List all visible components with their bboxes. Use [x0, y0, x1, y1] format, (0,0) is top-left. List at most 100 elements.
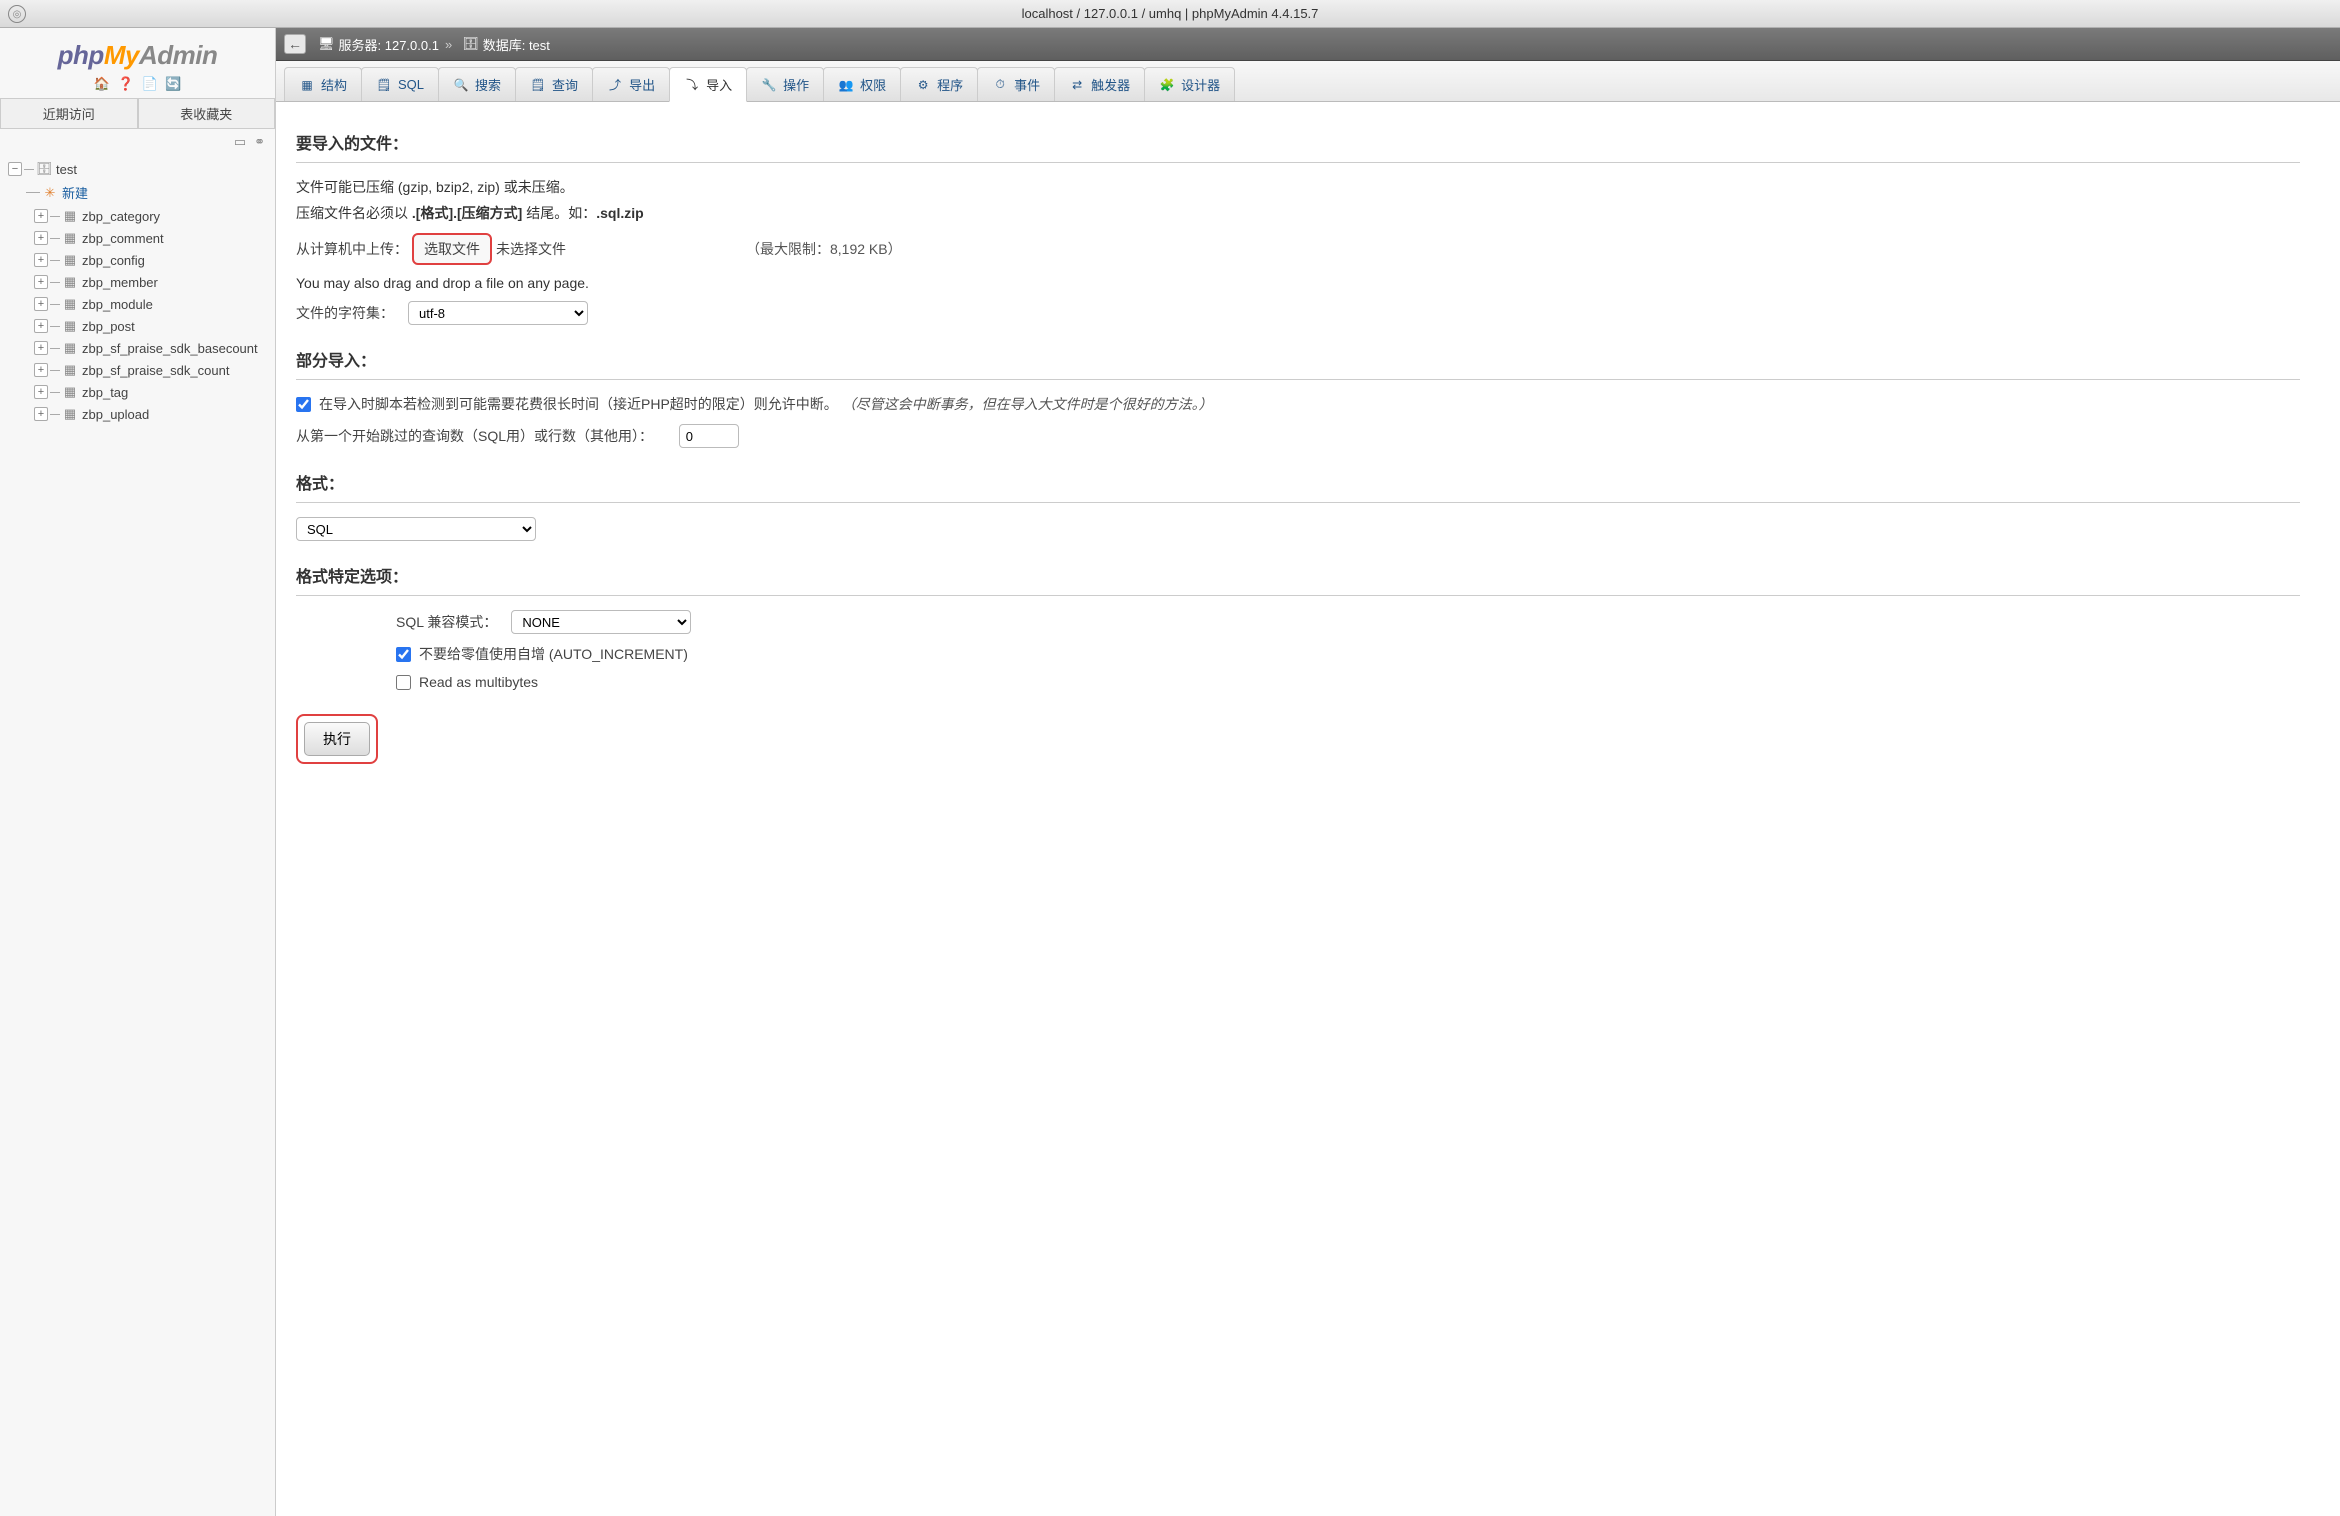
table-icon: ▦ [62, 406, 78, 422]
search-icon: 🔍 [453, 77, 469, 93]
docs-icon[interactable]: 📄 [141, 76, 157, 92]
tree-table[interactable]: +▦zbp_member [6, 271, 275, 293]
charset-select[interactable]: utf-8 [408, 301, 588, 325]
table-icon: ▦ [62, 208, 78, 224]
tree-new[interactable]: ✳ 新建 [6, 180, 275, 205]
compress-info: 文件可能已压缩 (gzip, bzip2, zip) 或未压缩。 [296, 177, 2300, 197]
expand-toggle-icon[interactable]: + [34, 385, 48, 399]
tab-label: 查询 [552, 75, 578, 94]
expand-toggle-icon[interactable]: + [34, 209, 48, 223]
tab-recent[interactable]: 近期访问 [0, 98, 138, 128]
section-file: 要导入的文件： [296, 118, 2300, 163]
tab-search[interactable]: 🔍搜索 [438, 67, 516, 101]
upload-limit: （最大限制：8,192 KB） [746, 239, 902, 259]
breadcrumb-server[interactable]: 服务器: 127.0.0.1 [339, 35, 439, 54]
privileges-icon: 👥 [838, 77, 854, 93]
expand-toggle-icon[interactable]: + [34, 297, 48, 311]
window-titlebar: ◎ localhost / 127.0.0.1 / umhq | phpMyAd… [0, 0, 2340, 28]
database-icon: 🗄 [36, 161, 52, 177]
filename-info: 压缩文件名必须以 .[格式].[压缩方式] 结尾。如：.sql.zip [296, 203, 2300, 223]
breadcrumb-db[interactable]: 数据库: test [483, 35, 550, 54]
skip-input[interactable] [679, 424, 739, 448]
section-format-options: 格式特定选项： [296, 551, 2300, 596]
home-icon[interactable]: 🏠 [94, 76, 110, 92]
server-icon: 🖥 [318, 36, 335, 52]
tab-designer[interactable]: 🧩设计器 [1144, 67, 1235, 101]
tab-label: 结构 [321, 75, 347, 94]
section-partial: 部分导入： [296, 335, 2300, 380]
collapse-toggle-icon[interactable]: − [8, 162, 22, 176]
tab-sql[interactable]: 🗒 SQL [361, 67, 439, 101]
link-icon[interactable]: ⚭ [254, 134, 265, 150]
no-file-text: 未选择文件 [496, 239, 566, 259]
expand-toggle-icon[interactable]: + [34, 275, 48, 289]
expand-toggle-icon[interactable]: + [34, 363, 48, 377]
tab-label: 程序 [937, 75, 963, 94]
tab-events[interactable]: ⏱事件 [977, 67, 1055, 101]
new-table-icon: ✳ [42, 185, 58, 201]
tab-triggers[interactable]: ⇄ 触发器 [1054, 67, 1145, 101]
table-icon: ▦ [62, 252, 78, 268]
expand-toggle-icon[interactable]: + [34, 253, 48, 267]
tree-table[interactable]: + ▦ zbp_category [6, 205, 275, 227]
tree-table-label: zbp_config [82, 253, 145, 268]
tree-db[interactable]: − 🗄 test [6, 158, 275, 180]
tab-query[interactable]: 🗒查询 [515, 67, 593, 101]
tab-label: 触发器 [1091, 75, 1130, 94]
allow-interrupt-checkbox[interactable] [296, 397, 311, 412]
tree-table-label: zbp_member [82, 275, 158, 290]
expand-toggle-icon[interactable]: + [34, 407, 48, 421]
logo[interactable]: phpMyAdmin [0, 28, 275, 73]
tab-structure[interactable]: ▦ 结构 [284, 67, 362, 101]
tab-routines[interactable]: ⚙程序 [900, 67, 978, 101]
tab-privileges[interactable]: 👥权限 [823, 67, 901, 101]
tab-export[interactable]: ⤴导出 [592, 67, 670, 101]
import-form: 要导入的文件： 文件可能已压缩 (gzip, bzip2, zip) 或未压缩。… [276, 102, 2340, 794]
tree-table[interactable]: +▦zbp_tag [6, 381, 275, 403]
main-panel: ← 🖥 服务器: 127.0.0.1 » 🗄 数据库: test ▦结构🗒SQL… [276, 28, 2340, 1516]
table-icon: ▦ [62, 362, 78, 378]
collapse-icon[interactable]: ▭ [234, 134, 246, 150]
designer-icon: 🧩 [1159, 77, 1175, 93]
tree-table[interactable]: + ▦ zbp_config [6, 249, 275, 271]
back-button[interactable]: ← [284, 34, 306, 54]
tree-table-label: zbp_category [82, 209, 160, 224]
tree-table[interactable]: + ▦ zbp_sf_praise_sdk_count [6, 359, 275, 381]
tab-operations[interactable]: 🔧操作 [746, 67, 824, 101]
events-icon: ⏱ [992, 77, 1008, 93]
tree-table[interactable]: +▦zbp_post [6, 315, 275, 337]
tree-table[interactable]: +▦zbp_comment [6, 227, 275, 249]
structure-icon: ▦ [299, 77, 315, 93]
tree-table-label: zbp_upload [82, 407, 149, 422]
compat-select[interactable]: NONE [511, 610, 691, 634]
execute-button[interactable]: 执行 [304, 722, 370, 756]
tree-table-label: zbp_module [82, 297, 153, 312]
tree-table[interactable]: +▦zbp_module [6, 293, 275, 315]
tab-label: 导出 [629, 75, 655, 94]
charset-label: 文件的字符集： [296, 303, 394, 323]
format-select[interactable]: SQL [296, 517, 536, 541]
compat-label: SQL 兼容模式： [396, 612, 497, 632]
tab-label: SQL [398, 77, 424, 92]
tree-table[interactable]: + ▦ zbp_upload [6, 403, 275, 425]
tab-label: 导入 [706, 75, 732, 94]
tree-table-label: zbp_sf_praise_sdk_count [82, 363, 229, 378]
autoinc-checkbox[interactable] [396, 647, 411, 662]
triggers-icon: ⇄ [1069, 77, 1085, 93]
expand-toggle-icon[interactable]: + [34, 319, 48, 333]
tab-import[interactable]: ⤵导入 [669, 67, 747, 102]
expand-toggle-icon[interactable]: + [34, 231, 48, 245]
logout-icon[interactable]: ❓ [118, 76, 134, 92]
reload-icon[interactable]: 🔄 [165, 76, 181, 92]
multibytes-checkbox[interactable] [396, 675, 411, 690]
choose-file-button[interactable]: 选取文件 [412, 233, 492, 265]
tree-table-label: zbp_tag [82, 385, 128, 400]
tab-favorites[interactable]: 表收藏夹 [138, 98, 276, 128]
tree-table-label: zbp_comment [82, 231, 164, 246]
tree-table[interactable]: +▦zbp_sf_praise_sdk_basecount [6, 337, 275, 359]
sidebar: phpMyAdmin 🏠 ❓ 📄 🔄 近期访问 表收藏夹 ▭ ⚭ − 🗄 tes… [0, 28, 276, 1516]
sql-icon: 🗒 [376, 77, 392, 93]
sidebar-tabs: 近期访问 表收藏夹 [0, 98, 275, 129]
browser-icon: ◎ [8, 5, 26, 23]
expand-toggle-icon[interactable]: + [34, 341, 48, 355]
